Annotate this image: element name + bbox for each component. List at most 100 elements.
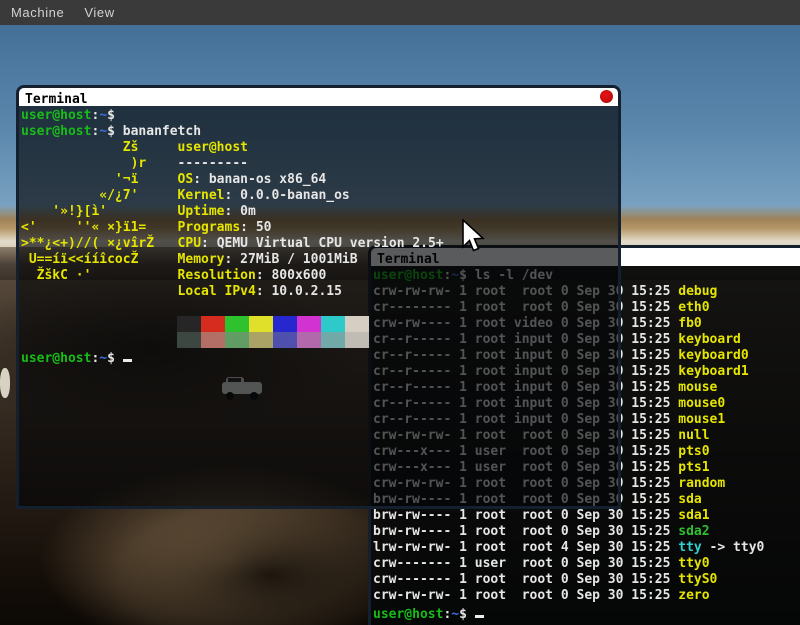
terminal-text: ~ [99,108,107,123]
terminal-text: '¬ï [21,172,178,187]
terminal-text: pts0 [678,444,709,459]
terminal-text: $ [459,607,467,622]
terminal-text: sda [678,492,701,507]
terminal-text: Zš [21,140,178,155]
terminal-front-content[interactable]: user@host:~$user@host:~$ bananfetch Zš u… [19,106,618,506]
close-button-icon[interactable] [600,90,613,103]
fetch-line: '»!}[ì' Uptime: 0m [21,204,618,220]
fetch-line: >**¿<+)//( ×¿vîrŽ CPU: QEMU Virtual CPU … [21,236,618,252]
fetch-line: <' ''« ×}ï1= Programs: 50 [21,220,618,236]
menu-item-machine[interactable]: Machine [11,5,64,20]
text-cursor [475,604,484,618]
terminal-text: ~ [99,351,107,366]
palette-swatch [345,332,369,348]
terminal-text: : [225,252,241,267]
terminal-text: : [225,188,241,203]
terminal-text: >**¿<+)//( ×¿vîrŽ [21,236,178,251]
terminal-text: user@host [21,351,91,366]
palette-swatch [273,332,297,348]
palette-swatch [345,316,369,332]
terminal-text: : [225,204,241,219]
palette-swatch [201,332,225,348]
palette-swatch [297,332,321,348]
prompt-line: user@host:~$ bananfetch [21,124,618,140]
palette-swatch [297,316,321,332]
palette-swatch [201,316,225,332]
palette-swatch [177,316,201,332]
terminal-text: crw-rw-rw- 1 root root 0 Sep 30 15:25 [373,588,678,603]
terminal-text [115,351,123,366]
terminal-text: $ [107,124,115,139]
terminal-text: Local IPv4 [178,284,256,299]
file-row: crw------- 1 user root 0 Sep 30 15:25 tt… [373,556,800,572]
palette-swatch [273,316,297,332]
file-row: brw-rw---- 1 root root 0 Sep 30 15:25 sd… [373,524,800,540]
terminal-text: 0m [240,204,256,219]
terminal-text: user@host [21,108,91,123]
terminal-text: mouse0 [678,396,725,411]
terminal-text: $ [107,351,115,366]
terminal-text: 10.0.2.15 [271,284,341,299]
terminal-text: : [256,268,272,283]
file-row: crw-rw-rw- 1 root root 0 Sep 30 15:25 ze… [373,588,800,604]
terminal-text: ŽškC ·' [21,268,178,283]
terminal-text: mouse [678,380,717,395]
terminal-text: -> tty0 [702,540,765,555]
terminal-text: --------- [178,156,248,171]
palette-row-normal [177,316,369,332]
palette-swatch [225,316,249,332]
terminal-text: sda1 [678,508,709,523]
fetch-line: U==íï<<ííîcocŽ Memory: 27MiB / 1001MiB [21,252,618,268]
terminal-text: keyboard0 [678,348,748,363]
terminal-text: Memory [178,252,225,267]
terminal-text: random [678,476,725,491]
file-row: crw------- 1 root root 0 Sep 30 15:25 tt… [373,572,800,588]
palette-swatch [321,316,345,332]
terminal-text [21,284,178,299]
mouse-cursor-icon [461,219,487,255]
terminal-text: ~ [99,124,107,139]
terminal-text: «/¿7' [21,188,178,203]
terminal-text: 50 [256,220,272,235]
terminal-text: 800x600 [271,268,326,283]
terminal-text: )r [21,156,178,171]
terminal-text: banan-os x86_64 [209,172,326,187]
fetch-line: Local IPv4: 10.0.2.15 [21,284,618,300]
terminal-text: U==íï<<ííîcocŽ [21,252,178,267]
terminal-text: ttyS0 [678,572,717,587]
menu-bar: Machine View [0,0,800,25]
palette-swatch [249,332,273,348]
terminal-line [21,300,618,316]
terminal-text [467,607,475,622]
terminal-front-titlebar[interactable]: Terminal [19,88,618,106]
terminal-text: user@host [178,140,248,155]
terminal-text: brw-rw---- 1 root root 0 Sep 30 15:25 [373,508,678,523]
terminal-text: lrw-rw-rw- 1 root root 4 Sep 30 15:25 [373,540,678,555]
terminal-text: 27MiB / 1001MiB [240,252,357,267]
terminal-text: sda2 [678,524,709,539]
terminal-text: tty [678,540,701,555]
text-cursor [123,348,132,362]
terminal-text: : [240,220,256,235]
terminal-window-front[interactable]: Terminal user@host:~$user@host:~$ bananf… [16,85,621,509]
terminal-text: bananfetch [115,124,201,139]
terminal-text: tty0 [678,556,709,571]
terminal-text: eth0 [678,300,709,315]
fetch-line: ŽškC ·' Resolution: 800x600 [21,268,618,284]
terminal-text: user@host [21,124,91,139]
fetch-line: )r --------- [21,156,618,172]
terminal-text: crw------- 1 user root 0 Sep 30 15:25 [373,556,678,571]
prompt-line: user@host:~$ [373,604,800,620]
terminal-text: <' ''« ×}ï1= [21,220,178,235]
terminal-text: : [193,172,209,187]
terminal-text: keyboard [678,332,741,347]
terminal-text: Kernel [178,188,225,203]
palette-swatch [321,332,345,348]
terminal-text: null [678,428,709,443]
terminal-text: : [256,284,272,299]
wallpaper-chalk-rock [0,368,10,398]
menu-item-view[interactable]: View [84,5,114,20]
terminal-text: brw-rw---- 1 root root 0 Sep 30 15:25 [373,524,678,539]
palette-row-bright [177,332,369,348]
palette-swatch [225,332,249,348]
